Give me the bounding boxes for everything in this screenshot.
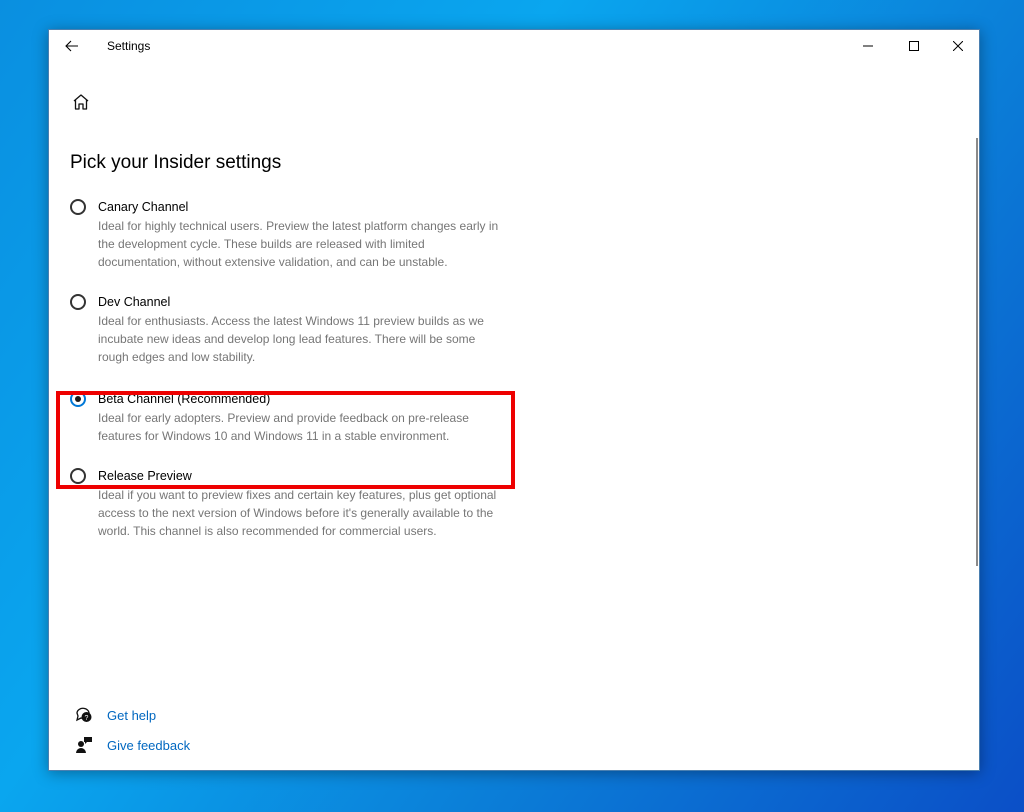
option-description: Ideal if you want to preview fixes and c… [98,488,497,538]
option-release-preview[interactable]: Release Preview Ideal if you want to pre… [69,467,509,540]
maximize-button[interactable] [892,30,936,62]
help-links: ? Get help Give feedback [75,700,190,760]
back-arrow-icon [65,40,78,52]
option-beta-channel[interactable]: Beta Channel (Recommended) Ideal for ear… [69,390,509,445]
help-chat-icon: ? [75,706,93,724]
minimize-button[interactable] [846,30,890,62]
option-description: Ideal for enthusiasts. Access the latest… [98,314,484,364]
title-bar: Settings [49,30,979,62]
give-feedback-label[interactable]: Give feedback [107,738,190,753]
minimize-icon [863,45,873,47]
svg-text:?: ? [85,715,89,722]
radio-button[interactable] [70,199,86,215]
page-title: Pick your Insider settings [70,152,282,173]
get-help-link[interactable]: ? Get help [75,700,190,730]
option-label: Release Preview [98,469,192,483]
home-icon [73,94,89,110]
maximize-icon [909,41,919,51]
option-dev-channel[interactable]: Dev Channel Ideal for enthusiasts. Acces… [69,293,509,366]
give-feedback-link[interactable]: Give feedback [75,730,190,760]
option-label: Dev Channel [98,295,171,309]
option-description: Ideal for early adopters. Preview and pr… [98,411,469,443]
radio-button-selected[interactable] [70,391,86,407]
radio-button[interactable] [70,294,86,310]
get-help-label[interactable]: Get help [107,708,156,723]
feedback-person-icon [75,736,93,754]
option-canary-channel[interactable]: Canary Channel Ideal for highly technica… [69,198,509,271]
settings-window: Settings Pick your Insider settings Cana… [48,29,980,771]
back-button[interactable] [59,34,85,58]
channel-radio-group: Canary Channel Ideal for highly technica… [69,198,509,540]
close-button[interactable] [936,30,980,62]
option-label: Canary Channel [98,200,189,214]
app-title: Settings [107,39,151,53]
option-description: Ideal for highly technical users. Previe… [98,219,499,269]
home-button[interactable] [69,90,93,114]
radio-button[interactable] [70,468,86,484]
option-label: Beta Channel (Recommended) [98,392,271,406]
vertical-scrollbar[interactable] [976,138,978,566]
close-icon [953,41,963,51]
